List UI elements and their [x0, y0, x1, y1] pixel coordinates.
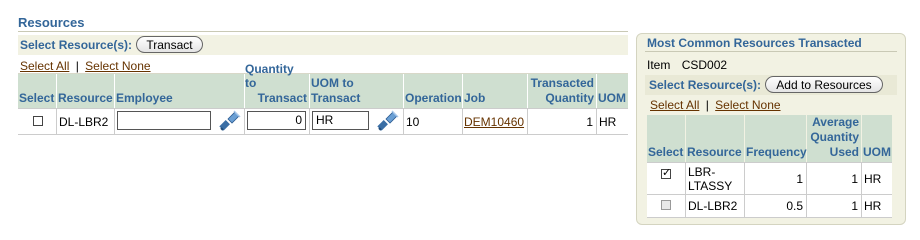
mc-row-2-frequency-cell: 0.5	[745, 195, 806, 217]
row-resource: DL-LBR2	[59, 115, 109, 129]
mc-select-all-link[interactable]: Select All	[650, 98, 699, 112]
mc-row-1-checkbox[interactable]	[661, 166, 671, 179]
row-job-cell: DEM10460	[463, 109, 527, 134]
mc-row-1-avg-used: 1	[851, 172, 858, 186]
mc-row-1-frequency: 1	[796, 172, 803, 186]
employee-field[interactable]	[117, 111, 211, 130]
mc-row-1-resource-cell: LBR- LTASSY	[686, 163, 744, 194]
transact-button[interactable]: Transact	[136, 36, 203, 53]
mc-col-select: Select	[647, 115, 685, 162]
mc-row-1-resource-line2: LTASSY	[688, 179, 733, 193]
flashlight-search-icon[interactable]	[219, 110, 241, 132]
most-common-title: Most Common Resources Transacted	[647, 36, 862, 50]
col-job: Job	[463, 74, 527, 108]
mc-row-2-avg-used: 1	[851, 199, 858, 213]
mc-row-1-uom: HR	[864, 172, 882, 186]
row-uom-cell: HR	[597, 109, 628, 134]
col-transacted-quantity: Transacted Quantity	[528, 74, 596, 108]
mc-col-frequency: Frequency	[745, 115, 807, 162]
flashlight-search-icon[interactable]	[377, 110, 399, 132]
select-all-link[interactable]: Select All	[20, 59, 69, 73]
col-uom-to-transact: UOM to Transact	[310, 74, 403, 108]
item-label: Item	[647, 58, 671, 72]
select-none-link[interactable]: Select None	[85, 59, 150, 73]
mc-select-none-link[interactable]: Select None	[715, 98, 780, 112]
row-resource-cell: DL-LBR2	[57, 109, 114, 134]
mc-row-2-uom-cell: HR	[862, 195, 892, 217]
row-uom-to-transact-cell: HR	[310, 109, 403, 134]
most-common-select-links: Select All | Select None	[650, 98, 781, 112]
mc-row-2-resource: DL-LBR2	[688, 199, 738, 213]
col-quantity: Quantity to Transact	[245, 62, 309, 108]
col-operation: Operation	[404, 74, 462, 108]
links-separator: |	[75, 59, 79, 73]
item-value: CSD002	[681, 58, 728, 72]
col-uom: UOM	[597, 74, 628, 108]
mc-col-average-quantity-used: Average Quantity Used	[807, 115, 861, 162]
col-employee: Employee	[115, 74, 244, 108]
mc-row-2-avg-cell: 1	[807, 195, 861, 217]
row-employee-cell	[115, 109, 244, 134]
table-row: DL-LBR2 0 HR 10 DEM10460 1 HR	[18, 108, 628, 135]
mc-links-separator: |	[705, 98, 709, 112]
mc-row-1-uom-cell: HR	[862, 163, 892, 194]
resources-title-rule	[18, 31, 628, 32]
mc-row-2-frequency: 0.5	[786, 199, 803, 213]
row-quantity-cell: 0	[245, 109, 309, 134]
row-operation: 10	[406, 115, 420, 129]
col-select: Select	[18, 74, 56, 108]
uom-to-transact-field[interactable]: HR	[312, 111, 369, 130]
row-uom: HR	[599, 115, 617, 129]
mc-row-1-resource-line1: LBR-	[688, 165, 716, 179]
most-common-select-bar: Select Resource(s): Add to Resources	[645, 75, 897, 95]
mc-row-1-avg-cell: 1	[807, 163, 861, 194]
mc-row-2-uom: HR	[864, 199, 882, 213]
row-select-cell	[18, 109, 56, 134]
mc-row-2-select-cell	[647, 195, 685, 217]
row-checkbox[interactable]	[33, 116, 43, 126]
job-link[interactable]: DEM10460	[464, 115, 524, 129]
mc-row-2-checkbox	[661, 200, 671, 210]
most-common-select-label: Select Resource(s):	[649, 78, 762, 92]
item-row: Item CSD002	[647, 58, 727, 72]
mc-table-body: LBR- LTASSY 1 1 HR DL-LBR2 0.5 1 HR	[647, 162, 892, 218]
mc-col-uom: UOM	[862, 115, 892, 162]
mc-row-2-resource-cell: DL-LBR2	[686, 195, 744, 217]
quantity-field[interactable]: 0	[247, 111, 306, 130]
resources-select-links: Select All | Select None	[20, 59, 151, 73]
mc-col-resource: Resource	[686, 115, 744, 162]
resources-title: Resources	[18, 15, 85, 30]
row-transacted-quantity: 1	[586, 115, 593, 129]
mc-row-1-frequency-cell: 1	[745, 163, 806, 194]
col-resource: Resource	[57, 74, 114, 108]
resources-select-bar: Select Resource(s): Transact	[18, 35, 628, 55]
most-common-title-rule	[645, 51, 897, 52]
row-transacted-cell: 1	[528, 109, 596, 134]
mc-row-1-select-cell	[647, 163, 685, 194]
row-operation-cell: 10	[404, 109, 462, 134]
resources-select-label: Select Resource(s):	[20, 38, 133, 52]
add-to-resources-button[interactable]: Add to Resources	[765, 76, 883, 93]
